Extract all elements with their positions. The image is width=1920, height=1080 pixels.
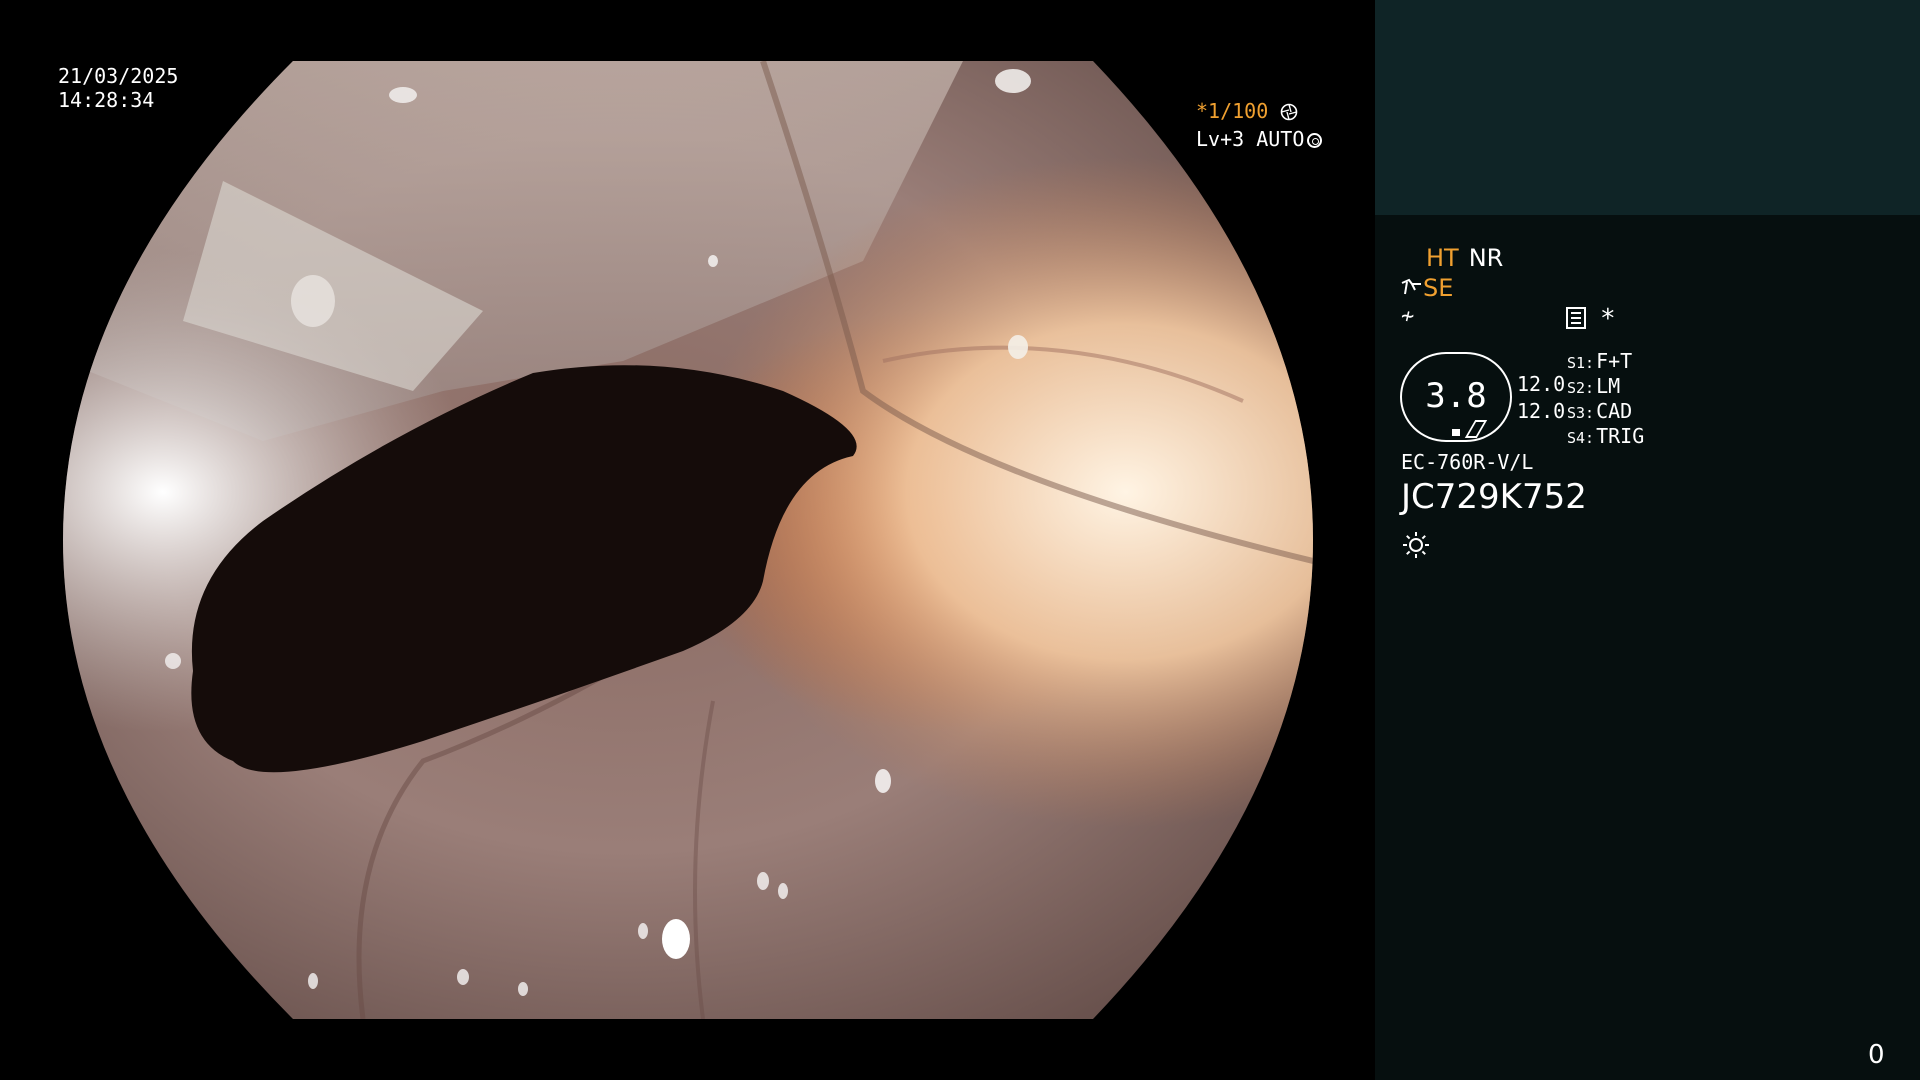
switch-row-s1: S1: F+T — [1567, 349, 1632, 373]
datetime-display: 21/03/2025 14:28:34 — [58, 64, 178, 112]
gauge-slash-icon — [1464, 420, 1488, 438]
switch-key: S2: — [1567, 379, 1595, 397]
gauge-marker — [1452, 429, 1460, 436]
switch-key: S3: — [1567, 404, 1595, 422]
switch-value: TRIG — [1596, 424, 1645, 448]
iris-ring-icon — [1307, 133, 1323, 148]
gauge-badge: 3.8 — [1400, 352, 1512, 442]
scope-model: EC-760R-V/L — [1401, 450, 1534, 474]
switch-value: F+T — [1596, 349, 1633, 373]
light-source-icon — [1403, 532, 1429, 558]
hand-icon — [1401, 278, 1421, 295]
switch-row-s2: S2: LM — [1567, 374, 1620, 398]
switch-row-s3: S3: CAD — [1567, 399, 1632, 423]
iris-label: Lv+3 AUTO — [1196, 127, 1305, 151]
iris-display: Lv+3 AUTO — [1196, 127, 1323, 151]
switch-row-s4: S4: TRIG — [1567, 424, 1644, 448]
shutter-value: 1/100 — [1208, 99, 1269, 123]
tilde-icon: ≁ — [1401, 304, 1415, 329]
mode-row-ht-nr: HT NR — [1426, 244, 1503, 272]
side-panel-info — [1375, 215, 1920, 1080]
frame-counter: 0 — [1868, 1040, 1885, 1070]
mode-row-se: SE — [1401, 274, 1453, 302]
aperture-icon — [1281, 103, 1298, 121]
shutter-prefix: * — [1196, 99, 1209, 123]
gauge-value: 3.8 — [1425, 376, 1487, 416]
mode-nr: NR — [1468, 244, 1504, 272]
side-panel-top — [1375, 0, 1920, 215]
menu-icon — [1566, 307, 1586, 329]
switch-key: S1: — [1567, 354, 1595, 372]
date-text: 21/03/2025 — [58, 64, 179, 88]
gauge-number-1: 12.0 — [1517, 372, 1566, 396]
shutter-display: *1/100 — [1196, 99, 1298, 123]
scope-serial: JC729K752 — [1401, 477, 1587, 517]
switch-value: LM — [1596, 374, 1621, 398]
mode-se: SE — [1423, 274, 1454, 302]
switch-key: S4: — [1567, 429, 1595, 447]
switch-value: CAD — [1596, 399, 1633, 423]
time-text: 14:28:34 — [58, 88, 155, 112]
mode-ht: HT — [1426, 244, 1459, 272]
endoscope-image — [63, 61, 1313, 1019]
asterisk-mark: * — [1600, 304, 1616, 334]
gauge-number-2: 12.0 — [1517, 399, 1566, 423]
